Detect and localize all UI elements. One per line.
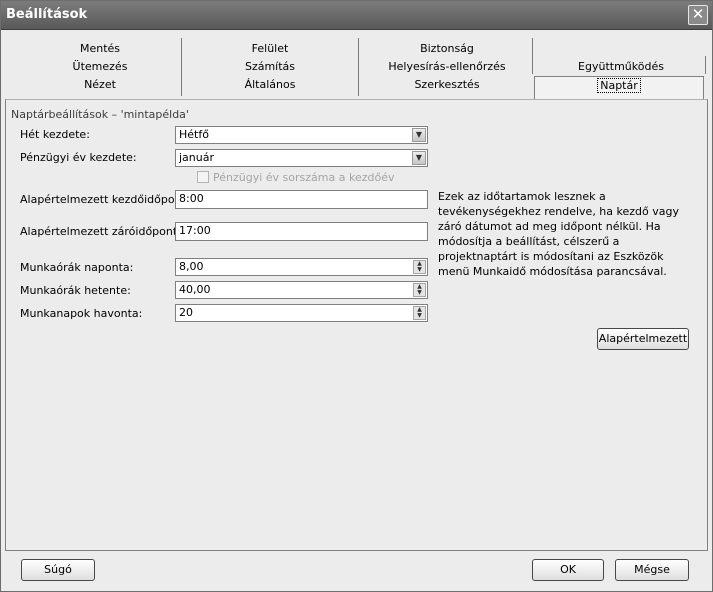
fiscal-year-checkbox[interactable] — [197, 171, 209, 183]
tab-label: Számítás — [244, 60, 296, 73]
spin-buttons[interactable]: ▲ ▼ — [413, 283, 426, 297]
week-start-select[interactable]: Hétfő ▼ — [175, 126, 428, 144]
tab-mentes[interactable]: Mentés — [25, 40, 175, 58]
options-dialog: Beállítások ✕ Mentés Felület Biztonság Ü… — [0, 0, 713, 592]
tab-szerkesztes[interactable]: Szerkesztés — [361, 76, 533, 94]
tab-felulet[interactable]: Felület — [185, 40, 355, 58]
fiscal-year-start-select[interactable]: január ▼ — [175, 149, 428, 167]
hours-per-day-label: Munkaórák naponta: — [20, 261, 134, 274]
default-button[interactable]: Alapértelmezett — [597, 328, 689, 350]
hours-per-week-value: 40,00 — [179, 283, 211, 296]
cancel-button[interactable]: Mégse — [615, 559, 689, 581]
spin-buttons[interactable]: ▲ ▼ — [413, 260, 426, 274]
tab-divider — [358, 38, 359, 96]
hours-per-week-stepper[interactable]: 40,00 ▲ ▼ — [175, 281, 428, 299]
tab-szamitas[interactable]: Számítás — [185, 58, 355, 76]
ok-button[interactable]: OK — [532, 559, 604, 581]
tab-nezet[interactable]: Nézet — [25, 76, 175, 94]
spin-buttons[interactable]: ▲ ▼ — [413, 306, 426, 320]
spin-down-icon[interactable]: ▼ — [414, 313, 425, 319]
tab-label: Biztonság — [420, 42, 474, 55]
tab-label: Együttműködés — [578, 60, 664, 73]
hours-per-week-label: Munkaórák hetente: — [20, 284, 131, 297]
fiscal-year-checkbox-label: Pénzügyi év sorszáma a kezdőév — [213, 171, 395, 184]
week-start-value: Hétfő — [179, 128, 209, 141]
tab-label: Ütemezés — [72, 60, 128, 73]
chevron-down-icon[interactable]: ▼ — [412, 128, 426, 142]
week-start-label: Hét kezdete: — [20, 128, 90, 141]
fiscal-year-start-label: Pénzügyi év kezdete: — [20, 151, 137, 164]
tab-label: Naptár — [597, 78, 641, 93]
default-end-time-value: 17:00 — [179, 224, 211, 237]
tab-biztonsag[interactable]: Biztonság — [361, 40, 533, 58]
title-bar[interactable]: Beállítások ✕ — [1, 1, 712, 30]
tab-divider — [532, 38, 533, 74]
tab-egyuttmukodes[interactable]: Együttműködés — [537, 58, 705, 76]
tab-divider — [705, 56, 706, 74]
help-button[interactable]: Súgó — [21, 559, 95, 581]
window-title: Beállítások — [6, 7, 88, 22]
tab-label: Helyesírás-ellenőrzés — [388, 60, 506, 73]
default-end-time-label: Alapértelmezett záróidőpont: — [20, 225, 181, 238]
default-start-time-value: 8:00 — [179, 192, 204, 205]
days-per-month-stepper[interactable]: 20 ▲ ▼ — [175, 304, 428, 322]
tab-naptar[interactable]: Naptár — [534, 76, 704, 100]
default-start-time-label: Alapértelmezett kezdőidőpont: — [20, 193, 190, 206]
spin-down-icon[interactable]: ▼ — [414, 267, 425, 273]
tab-label: Felület — [251, 42, 289, 55]
tab-strip: Mentés Felület Biztonság Ütemezés Számít… — [5, 35, 708, 100]
days-per-month-value: 20 — [179, 306, 193, 319]
fiscal-year-start-value: január — [179, 151, 215, 164]
hours-per-day-value: 8,00 — [179, 260, 204, 273]
default-start-time-input[interactable]: 8:00 — [175, 190, 428, 209]
tab-label: Általános — [244, 78, 296, 91]
tab-utemezes[interactable]: Ütemezés — [25, 58, 175, 76]
tab-divider — [181, 38, 182, 96]
hours-per-day-stepper[interactable]: 8,00 ▲ ▼ — [175, 258, 428, 276]
default-end-time-input[interactable]: 17:00 — [175, 222, 428, 241]
tab-label: Szerkesztés — [414, 78, 480, 91]
info-text: Ezek az időtartamok lesznek a tevékenysé… — [438, 190, 679, 278]
section-label: Naptárbeállítások – 'mintapélda' — [11, 108, 189, 121]
chevron-down-icon[interactable]: ▼ — [412, 151, 426, 165]
spin-down-icon[interactable]: ▼ — [414, 290, 425, 296]
tab-label: Mentés — [79, 42, 121, 55]
tab-helyesiras[interactable]: Helyesírás-ellenőrzés — [361, 58, 533, 76]
tab-altalanos[interactable]: Általános — [185, 76, 355, 94]
close-icon[interactable]: ✕ — [688, 5, 708, 25]
tab-label: Nézet — [84, 78, 116, 91]
days-per-month-label: Munkanapok havonta: — [20, 307, 143, 320]
